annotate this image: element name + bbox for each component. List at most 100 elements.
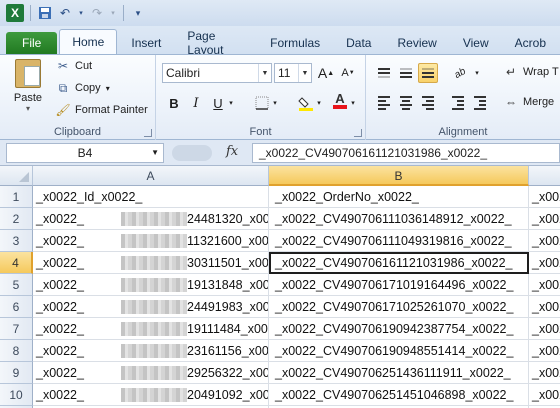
column-header-c[interactable] <box>529 166 560 186</box>
customize-qat-icon[interactable]: ▾ <box>130 5 146 21</box>
cell-b[interactable]: _x0022_CV490706251451046898_x0022_ <box>269 384 529 406</box>
wrap-text-button[interactable]: ↵ Wrap T <box>504 63 559 81</box>
cell-b[interactable]: _x0022_CV490706171019164496_x0022_ <box>269 274 529 296</box>
shrink-font-button[interactable]: A ▼ <box>338 63 358 83</box>
align-left-button[interactable] <box>374 93 394 113</box>
tab-formulas[interactable]: Formulas <box>258 32 332 54</box>
font-name-select[interactable]: Calibri ▼ <box>162 63 272 83</box>
row-header[interactable]: 6 <box>0 296 33 318</box>
paste-button[interactable]: Paste ▾ <box>8 59 48 113</box>
copy-button[interactable]: ⧉ Copy ▾ <box>56 79 110 97</box>
tab-review[interactable]: Review <box>385 32 448 54</box>
font-size-select[interactable]: 11 ▼ <box>274 63 312 83</box>
align-middle-button[interactable] <box>396 63 416 83</box>
underline-button[interactable]: U <box>208 93 228 113</box>
font-color-button[interactable]: A <box>330 91 350 111</box>
align-right-button[interactable] <box>418 93 438 113</box>
fill-color-button[interactable] <box>296 93 316 113</box>
redo-icon[interactable]: ↷ <box>89 5 105 21</box>
cell-a[interactable]: _x0022_ 30311501_x0022_ <box>33 252 269 274</box>
row-header[interactable]: 8 <box>0 340 33 362</box>
font-size-value: 11 <box>278 66 291 80</box>
cell-c[interactable]: _x002 <box>529 384 560 406</box>
underline-dropdown-icon[interactable]: ▾ <box>226 93 236 113</box>
excel-app-icon[interactable]: X <box>6 4 24 22</box>
cell-a[interactable]: _x0022_Id_x0022_ <box>33 186 269 208</box>
row-header[interactable]: 3 <box>0 230 33 252</box>
cell-a[interactable]: _x0022_ 11321600_x0022_ <box>33 230 269 252</box>
undo-dropdown-icon[interactable]: ▾ <box>77 5 85 21</box>
name-box[interactable]: B4 ▼ <box>6 143 164 163</box>
borders-button[interactable] <box>252 93 272 113</box>
clipboard-dialog-launcher-icon[interactable] <box>144 129 152 137</box>
paste-dropdown-icon[interactable]: ▾ <box>26 104 30 113</box>
cut-button[interactable]: ✂ Cut <box>56 57 92 75</box>
cell-c[interactable]: _x002 <box>529 318 560 340</box>
merge-center-button[interactable]: ⇔ Merge <box>504 93 554 111</box>
row-header[interactable]: 1 <box>0 186 33 208</box>
row-header[interactable]: 2 <box>0 208 33 230</box>
tab-view[interactable]: View <box>451 32 501 54</box>
formula-bar-handle[interactable] <box>172 145 212 161</box>
increase-indent-button[interactable] <box>470 93 490 113</box>
row-header[interactable]: 4 <box>0 252 33 274</box>
orientation-button[interactable]: ab <box>445 58 476 87</box>
borders-dropdown-icon[interactable]: ▾ <box>270 93 280 113</box>
format-painter-button[interactable]: 🖌 Format Painter <box>55 101 147 119</box>
copy-dropdown-icon[interactable]: ▾ <box>106 84 110 93</box>
row-header[interactable]: 10 <box>0 384 33 406</box>
cell-a[interactable]: _x0022_ 20491092_x0022_ <box>33 384 269 406</box>
cell-b[interactable]: _x0022_CV490706251436111911_x0022_ <box>269 362 529 384</box>
orientation-dropdown-icon[interactable]: ▾ <box>472 63 482 83</box>
cell-a[interactable]: _x0022_ 29256322_x0022_ <box>33 362 269 384</box>
cell-b[interactable]: _x0022_CV490706171025261070_x0022_ <box>269 296 529 318</box>
cell-b[interactable]: _x0022_CV490706161121031986_x0022_ <box>269 252 529 274</box>
undo-icon[interactable]: ↶ <box>57 5 73 21</box>
italic-button[interactable]: I <box>186 93 206 113</box>
cell-b[interactable]: _x0022_OrderNo_x0022_ <box>269 186 529 208</box>
cell-c[interactable]: _x002 <box>529 340 560 362</box>
cell-a[interactable]: _x0022_ 19131848_x0022_ <box>33 274 269 296</box>
align-center-button[interactable] <box>396 93 416 113</box>
chevron-down-icon[interactable]: ▼ <box>151 144 159 162</box>
tab-data[interactable]: Data <box>334 32 383 54</box>
tab-insert[interactable]: Insert <box>119 32 173 54</box>
cell-a[interactable]: _x0022_ 19111484_x0022_ <box>33 318 269 340</box>
row-header[interactable]: 9 <box>0 362 33 384</box>
cell-a[interactable]: _x0022_ 23161156_x0022_ <box>33 340 269 362</box>
cell-a[interactable]: _x0022_ 24481320_x0022_ <box>33 208 269 230</box>
cell-b[interactable]: _x0022_CV490706111049319816_x0022_ <box>269 230 529 252</box>
cell-c[interactable]: _x002 <box>529 208 560 230</box>
grow-font-button[interactable]: A ▲ <box>316 63 336 83</box>
cell-c[interactable]: _x002 <box>529 252 560 274</box>
bold-button[interactable]: B <box>164 93 184 113</box>
cell-b[interactable]: _x0022_CV490706190948551414_x0022_ <box>269 340 529 362</box>
cell-c[interactable]: _x002 <box>529 274 560 296</box>
column-header-b[interactable]: B <box>269 166 529 186</box>
select-all-corner[interactable] <box>0 166 33 186</box>
font-dialog-launcher-icon[interactable] <box>354 129 362 137</box>
row-header[interactable]: 5 <box>0 274 33 296</box>
cell-c[interactable]: _x002 <box>529 186 560 208</box>
insert-function-icon[interactable]: fx <box>226 144 238 159</box>
cell-a[interactable]: _x0022_ 24491983_x0022_ <box>33 296 269 318</box>
tab-file[interactable]: File <box>6 32 58 54</box>
formula-input[interactable]: _x0022_CV490706161121031986_x0022_ <box>252 143 560 163</box>
align-bottom-button[interactable] <box>418 63 438 83</box>
decrease-indent-button[interactable] <box>448 93 468 113</box>
tab-home[interactable]: Home <box>59 29 118 54</box>
cell-c[interactable]: _x002 <box>529 230 560 252</box>
row-header[interactable]: 7 <box>0 318 33 340</box>
redo-dropdown-icon[interactable]: ▾ <box>109 5 117 21</box>
save-icon[interactable] <box>37 5 53 21</box>
tab-acrobat[interactable]: Acrob <box>503 32 558 54</box>
tab-page-layout[interactable]: Page Layout <box>175 29 256 57</box>
cell-b[interactable]: _x0022_CV490706111036148912_x0022_ <box>269 208 529 230</box>
fill-color-dropdown-icon[interactable]: ▾ <box>314 93 324 113</box>
align-top-button[interactable] <box>374 63 394 83</box>
cell-c[interactable]: _x002 <box>529 296 560 318</box>
cell-c[interactable]: _x002 <box>529 362 560 384</box>
cell-b[interactable]: _x0022_CV490706190942387754_x0022_ <box>269 318 529 340</box>
font-color-dropdown-icon[interactable]: ▾ <box>348 93 358 113</box>
column-header-a[interactable]: A <box>33 166 269 186</box>
